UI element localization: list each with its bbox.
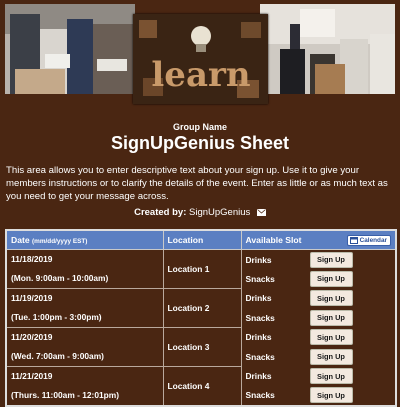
date-cell: 11/18/2019 (Mon. 9:00am - 10:00am): [5, 249, 164, 289]
date-cell: 11/20/2019 (Wed. 7:00am - 9:00am): [5, 327, 164, 367]
slot-name: Snacks: [245, 390, 275, 401]
table-body: 11/18/2019 (Mon. 9:00am - 10:00am) Locatio…: [5, 249, 397, 407]
table-row: 11/20/2019 (Wed. 7:00am - 9:00am) Location…: [5, 327, 397, 367]
slot-cell-snacks: Snacks Sign Up: [240, 347, 397, 367]
learn-word: learn: [151, 55, 250, 95]
slot-time: (Thurs. 11:00am - 12:01pm): [11, 390, 119, 400]
slot-date: 11/20/2019: [11, 332, 53, 342]
slot-date: 11/21/2019: [11, 371, 53, 381]
date-format-hint: (mm/dd/yyyy EST): [32, 238, 88, 245]
created-by-label: Created by:: [134, 207, 187, 218]
slot-name: Drinks: [245, 371, 272, 382]
date-cell: 11/21/2019 (Thurs. 11:00am - 12:01pm): [5, 366, 164, 407]
banner: learn: [0, 0, 400, 104]
slot-name: Drinks: [245, 293, 272, 304]
creator-name[interactable]: SignUpGenius: [189, 207, 250, 218]
table-header-row: Date (mm/dd/yyyy EST) Location Available…: [5, 229, 397, 250]
sheet-description: This area allows you to enter descriptiv…: [6, 165, 388, 202]
slot-name: Snacks: [245, 351, 275, 362]
group-name: Group Name: [172, 122, 227, 132]
slot-cell-drinks: Drinks Sign Up: [240, 288, 397, 308]
location-cell: Location 4: [162, 366, 242, 407]
date-cell: 11/19/2019 (Tue. 1:00pm - 3:00pm): [5, 288, 164, 328]
col-date-header: Date (mm/dd/yyyy EST): [5, 229, 164, 250]
col-slot-header: Available Slot Calendar: [240, 229, 397, 250]
slot-name: Snacks: [245, 273, 275, 284]
slot-date: 11/19/2019: [11, 293, 53, 303]
table-row: 11/18/2019 (Mon. 9:00am - 10:00am) Locatio…: [5, 249, 397, 289]
sign-up-button[interactable]: Sign Up: [309, 368, 353, 385]
table-row: 11/21/2019 (Thurs. 11:00am - 12:01pm) Loca…: [5, 366, 397, 407]
slot-cell-drinks: Drinks Sign Up: [240, 249, 397, 270]
slot-cell-snacks: Snacks Sign Up: [240, 385, 397, 406]
location-cell: Location 3: [162, 327, 242, 367]
slot-time: (Tue. 1:00pm - 3:00pm): [11, 312, 102, 322]
sign-up-button[interactable]: Sign Up: [309, 387, 353, 404]
page-title: SignUpGenius Sheet: [110, 133, 290, 153]
sign-up-button[interactable]: Sign Up: [309, 309, 353, 326]
table-row: 11/19/2019 (Tue. 1:00pm - 3:00pm) Location…: [5, 288, 397, 328]
slot-time: (Wed. 7:00am - 9:00am): [11, 351, 104, 361]
learn-letters-photo: learn: [133, 14, 268, 104]
slot-cell-drinks: Drinks Sign Up: [240, 366, 397, 386]
slot-name: Drinks: [245, 332, 272, 343]
created-by: Created by: SignUpGenius: [0, 207, 400, 218]
mail-icon[interactable]: [256, 209, 266, 216]
col-location-header: Location: [162, 229, 242, 250]
classroom-presentation-photo: [260, 4, 395, 94]
calendar-icon: [349, 236, 358, 244]
slot-name: Drinks: [245, 254, 272, 265]
location-cell: Location 2: [162, 288, 242, 328]
signup-table: Date (mm/dd/yyyy EST) Location Available…: [5, 229, 397, 407]
people-seated-photo: [5, 4, 135, 94]
slot-date: 11/18/2019: [11, 254, 53, 264]
slot-name: Snacks: [245, 312, 275, 323]
slot-cell-snacks: Snacks Sign Up: [240, 269, 397, 289]
slot-time: (Mon. 9:00am - 10:00am): [11, 273, 109, 283]
sign-up-button[interactable]: Sign Up: [309, 348, 353, 365]
sign-up-button[interactable]: Sign Up: [309, 270, 353, 287]
slot-cell-snacks: Snacks Sign Up: [240, 308, 397, 328]
sign-up-button[interactable]: Sign Up: [309, 329, 353, 346]
slot-cell-drinks: Drinks Sign Up: [240, 327, 397, 347]
sign-up-button[interactable]: Sign Up: [309, 290, 353, 307]
location-cell: Location 1: [162, 249, 242, 289]
calendar-button[interactable]: Calendar: [346, 234, 391, 246]
sign-up-button[interactable]: Sign Up: [309, 251, 353, 268]
